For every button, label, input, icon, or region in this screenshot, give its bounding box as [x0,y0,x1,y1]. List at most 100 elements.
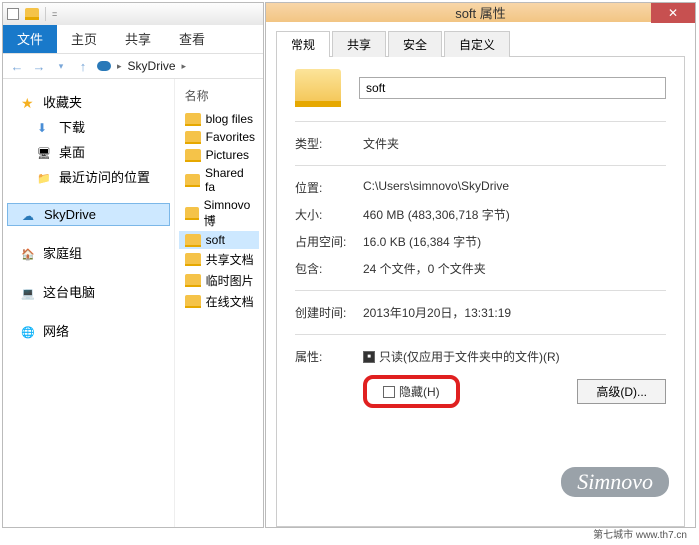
tree-label: SkyDrive [44,207,96,222]
hidden-checkbox[interactable]: 隐藏(H) [383,383,440,400]
nav-tree: ★ 收藏夹 下载 桌面 最近访问的位置 SkyDrive 家庭组 这台电脑 网络 [3,79,174,527]
tab-general[interactable]: 常规 [276,31,330,57]
tree-favorites-section: ★ 收藏夹 下载 桌面 最近访问的位置 [7,89,170,189]
dropdown-icon[interactable]: = [52,9,57,19]
folder-icon [185,295,201,308]
column-header-name[interactable]: 名称 [179,85,259,106]
nav-up-icon[interactable]: ↑ [75,58,91,74]
created-value: 2013年10月20日，13:31:19 [363,304,666,321]
folder-icon [185,234,201,247]
item-name: blog files [206,112,253,126]
list-item-selected[interactable]: soft [179,231,259,249]
list-item[interactable]: Pictures [179,146,259,164]
tree-skydrive[interactable]: SkyDrive [7,203,170,226]
readonly-label: 只读(仅应用于文件夹中的文件)(R) [379,348,560,365]
folder-icon [25,8,39,20]
recent-icon [37,170,53,184]
item-name: 临时图片 [206,272,254,289]
tab-file[interactable]: 文件 [3,25,57,53]
tab-view[interactable]: 查看 [165,25,219,53]
list-item[interactable]: Simnovo博 [179,196,259,231]
list-item[interactable]: 临时图片 [179,270,259,291]
checkbox-indeterminate-icon [363,351,375,363]
close-icon: ✕ [668,6,678,20]
size-value: 460 MB (483,306,718 字节) [363,206,666,223]
star-icon: ★ [21,95,37,109]
cloud-icon [22,208,38,222]
tree-label: 网络 [43,321,69,340]
nav-bar: ← → ▾ ↑ ▸ SkyDrive ▸ [3,53,263,79]
tree-thispc[interactable]: 这台电脑 [7,279,170,304]
type-value: 文件夹 [363,135,666,152]
tab-home[interactable]: 主页 [57,25,111,53]
homegroup-icon [21,246,37,260]
general-panel: 类型:文件夹 位置:C:\Users\simnovo\SkyDrive 大小:4… [276,57,685,527]
tree-recent[interactable]: 最近访问的位置 [7,164,170,189]
chevron-right-icon[interactable]: ▸ [117,61,122,72]
folder-icon [185,174,200,187]
item-name: Simnovo博 [204,198,255,229]
dialog-title: soft 属性 [455,3,506,22]
type-label: 类型: [295,135,363,152]
folder-icon [185,274,201,287]
list-item[interactable]: 在线文档 [179,291,259,312]
pc-icon [21,285,37,299]
item-name: 在线文档 [206,293,254,310]
hidden-label: 隐藏(H) [399,383,440,400]
created-label: 创建时间: [295,304,363,321]
folder-icon [185,207,199,220]
tree-skydrive-section: SkyDrive [7,203,170,226]
file-list: 名称 blog files Favorites Pictures Shared … [174,79,263,527]
tree-favorites[interactable]: ★ 收藏夹 [7,89,170,114]
list-item[interactable]: Shared fa [179,164,259,196]
ondisk-label: 占用空间: [295,233,363,250]
tree-desktop[interactable]: 桌面 [7,139,170,164]
breadcrumb[interactable]: SkyDrive [128,59,176,73]
chevron-right-icon[interactable]: ▸ [182,61,187,72]
tab-sharing[interactable]: 共享 [332,31,386,57]
tree-label: 最近访问的位置 [59,167,150,186]
nav-back-icon[interactable]: ← [9,58,25,74]
tab-security[interactable]: 安全 [388,31,442,57]
tree-label: 桌面 [59,142,85,161]
list-item[interactable]: Favorites [179,128,259,146]
download-icon [37,120,53,134]
tree-label: 这台电脑 [43,282,95,301]
properties-dialog: soft 属性 ✕ 常规 共享 安全 自定义 类型:文件夹 位置:C:\User… [265,2,696,528]
dialog-titlebar: soft 属性 ✕ [266,3,695,22]
tree-network[interactable]: 网络 [7,318,170,343]
checkbox-empty-icon [383,386,395,398]
ribbon-tabs: 文件 主页 共享 查看 [3,25,263,53]
nav-forward-icon[interactable]: → [31,58,47,74]
tree-label: 收藏夹 [43,92,82,111]
properties-tabs: 常规 共享 安全 自定义 [276,30,685,57]
folder-icon [185,253,201,266]
tree-downloads[interactable]: 下载 [7,114,170,139]
tab-customize[interactable]: 自定义 [444,31,510,57]
contains-value: 24 个文件，0 个文件夹 [363,260,666,277]
ondisk-value: 16.0 KB (16,384 字节) [363,233,666,250]
advanced-button[interactable]: 高级(D)... [577,379,666,404]
location-value: C:\Users\simnovo\SkyDrive [363,179,666,196]
readonly-checkbox[interactable]: 只读(仅应用于文件夹中的文件)(R) [363,348,560,365]
list-item[interactable]: 共享文档 [179,249,259,270]
folder-icon [185,113,201,126]
item-name: soft [206,233,225,247]
item-name: Pictures [206,148,249,162]
system-menu-icon[interactable] [7,8,19,20]
tree-network-section: 网络 [7,318,170,343]
tree-label: 下载 [59,117,85,136]
item-name: Favorites [206,130,255,144]
tree-homegroup[interactable]: 家庭组 [7,240,170,265]
tree-label: 家庭组 [43,243,82,262]
footer-watermark: 第七城市 www.th7.cn [593,526,687,541]
separator [45,7,46,21]
folder-name-input[interactable] [359,77,666,99]
explorer-titlebar: = [3,3,263,25]
list-item[interactable]: blog files [179,110,259,128]
file-explorer-window: = 文件 主页 共享 查看 ← → ▾ ↑ ▸ SkyDrive ▸ ★ 收藏夹 … [2,2,264,528]
close-button[interactable]: ✕ [651,3,695,23]
tab-share[interactable]: 共享 [111,25,165,53]
nav-dropdown-icon[interactable]: ▾ [53,58,69,74]
contains-label: 包含: [295,260,363,277]
